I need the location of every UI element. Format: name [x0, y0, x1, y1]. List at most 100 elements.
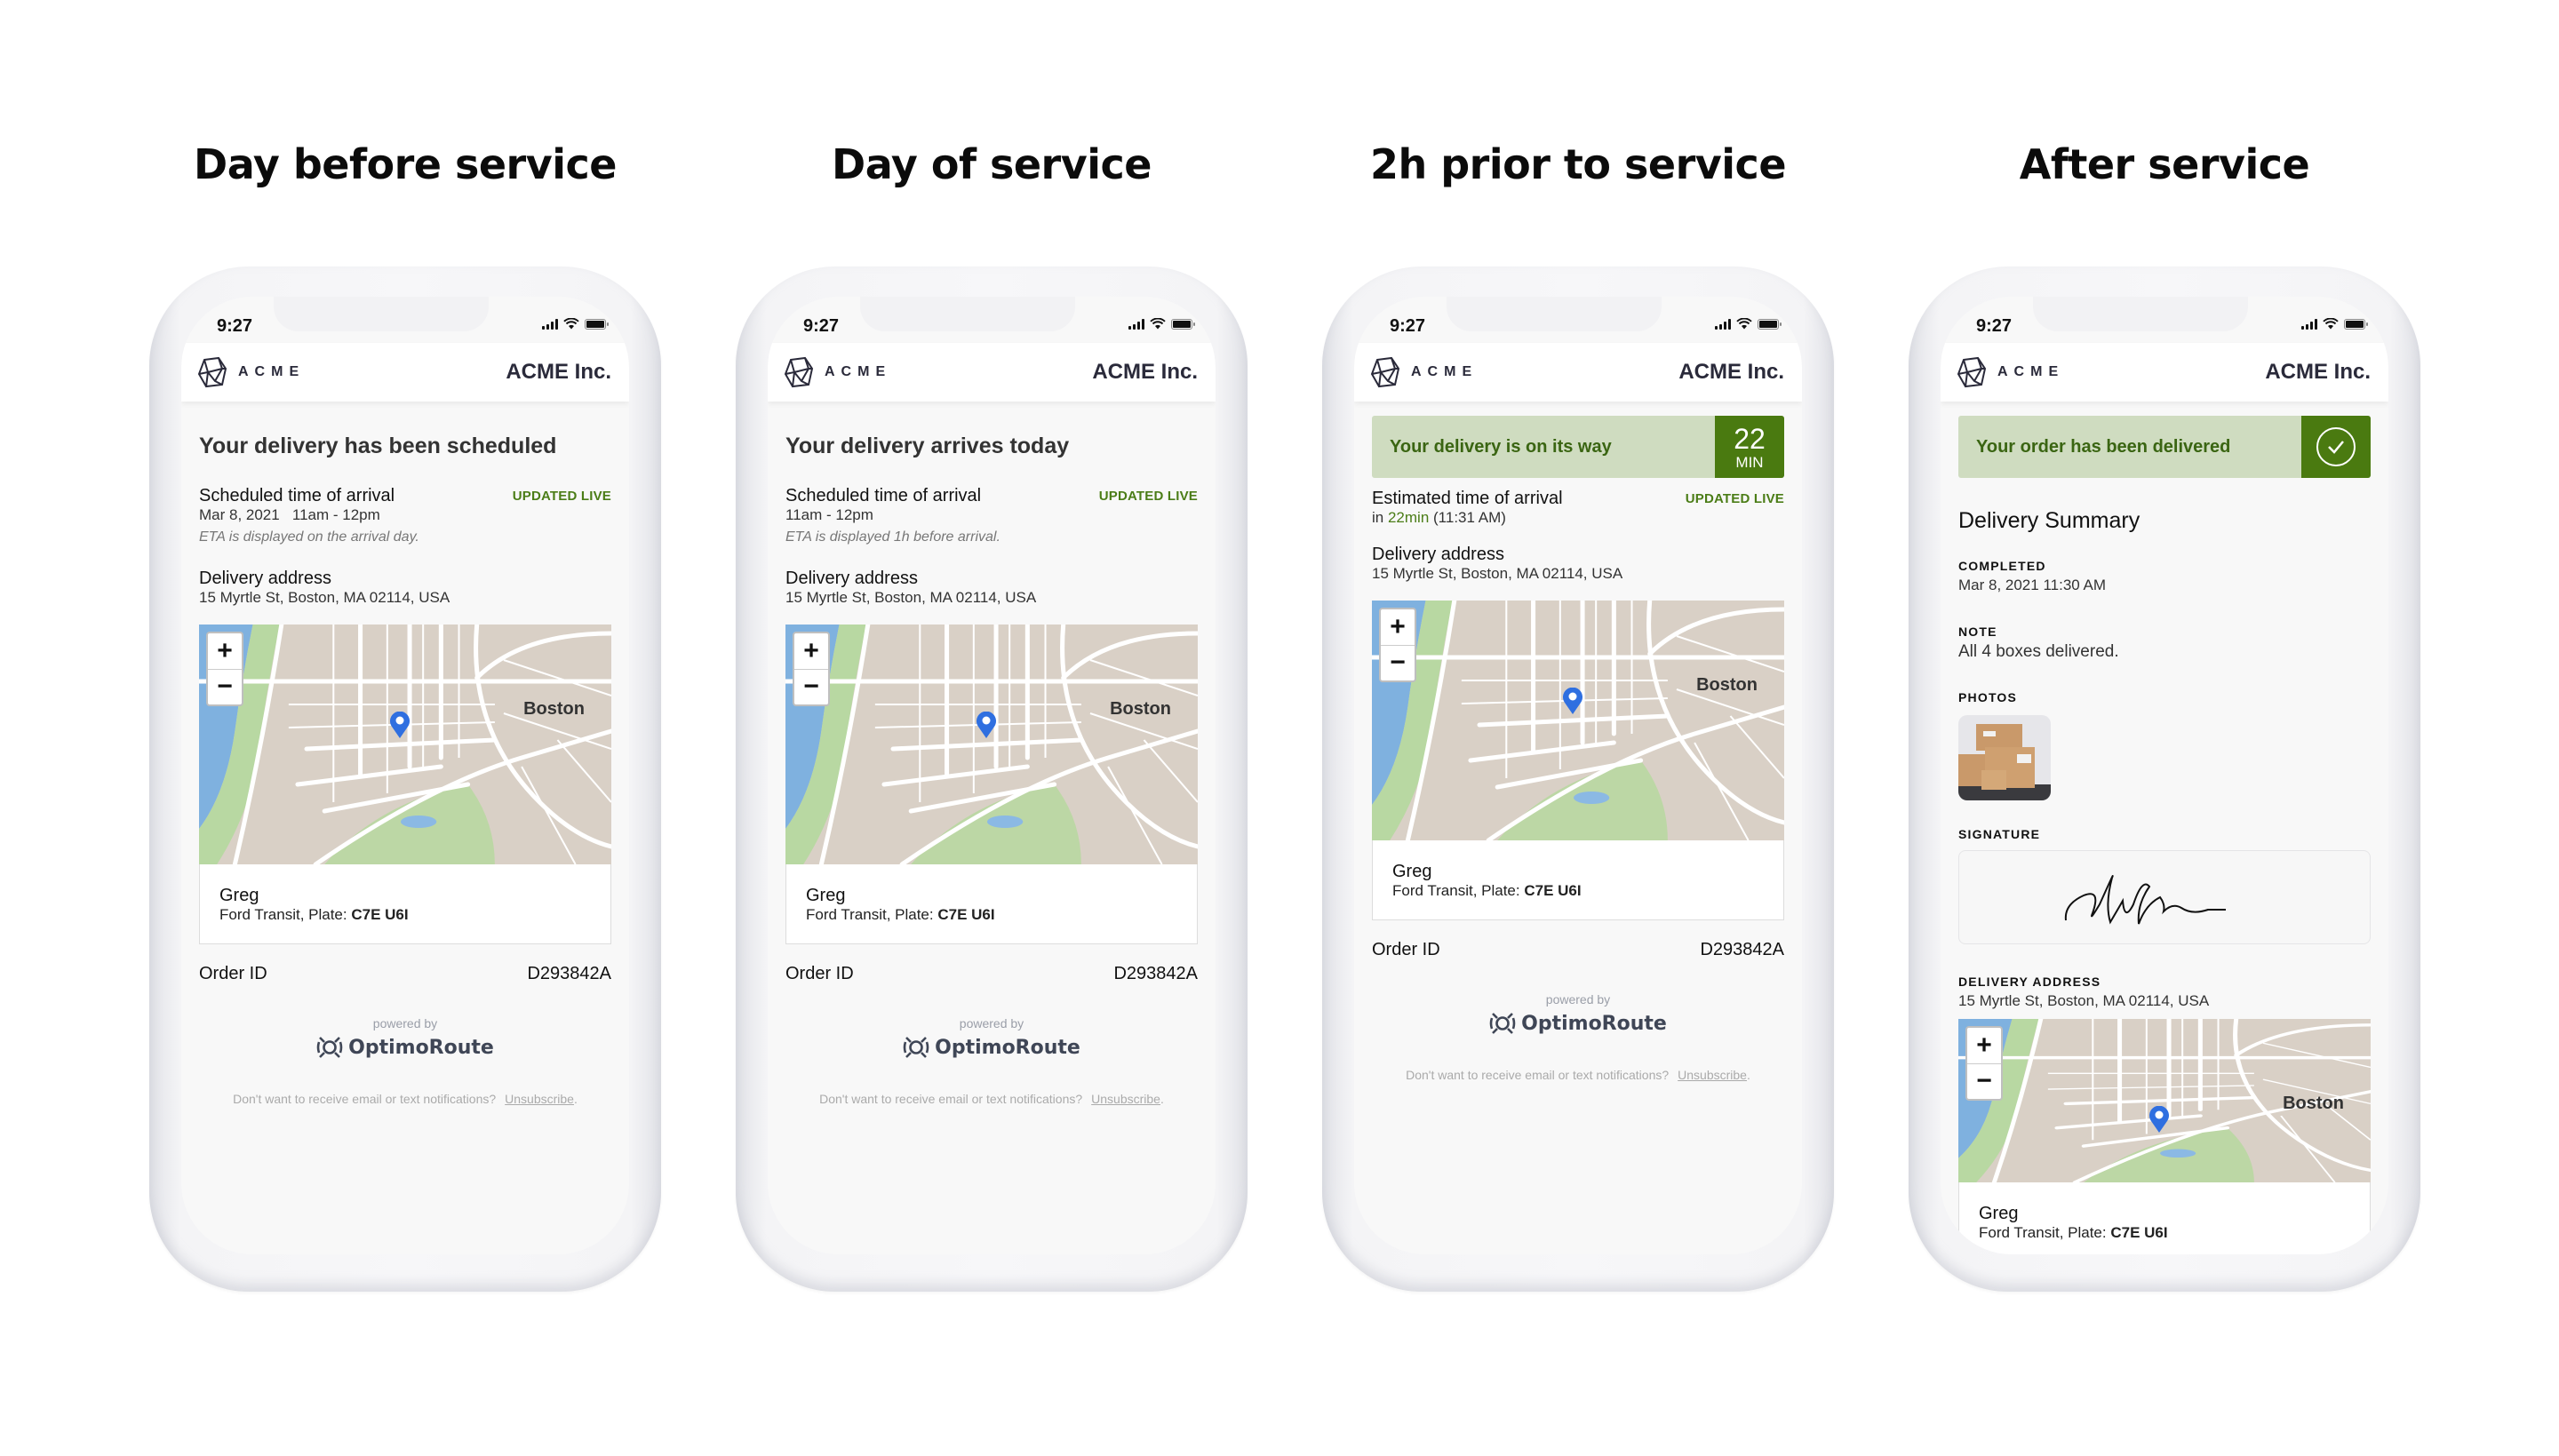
unsubscribe-period: . [1746, 1068, 1750, 1082]
delivery-map[interactable]: + − Boston [199, 625, 611, 864]
check-circle-icon [2316, 427, 2356, 466]
map-zoom-control: + − [1965, 1026, 2003, 1101]
delivery-map[interactable]: + − Boston [1372, 601, 1784, 840]
unsubscribe-question: Don't want to receive email or text noti… [233, 1092, 497, 1106]
delivery-photo-thumbnail[interactable] [1958, 715, 2051, 800]
phone-day-of: 9:27 ACME ACME Inc. Your delivery arrive… [736, 267, 1248, 1292]
zoom-in-button[interactable]: + [794, 633, 828, 669]
powered-by-label: powered by [959, 1016, 1024, 1030]
eta-prefix: in [1372, 509, 1388, 526]
map-tiles[interactable] [1372, 601, 1784, 840]
status-time: 9:27 [217, 316, 253, 336]
acme-cube-icon [784, 356, 814, 388]
order-id-value: D293842A [1700, 940, 1784, 959]
eta-window: 11am - 12pm [785, 506, 873, 523]
note-value: All 4 boxes delivered. [1958, 642, 2119, 661]
company-name: ACME Inc. [2265, 360, 2371, 384]
vehicle-model: Ford Transit, Plate: [806, 906, 938, 923]
brand-logo[interactable]: ACME [1957, 356, 2064, 388]
powered-by: powered by OptimoRoute [1372, 992, 1784, 1041]
delivery-map[interactable]: + − Boston [1958, 1019, 2371, 1182]
banner-message: Your delivery is on its way [1390, 436, 1612, 457]
zoom-out-button[interactable]: − [1967, 1062, 2001, 1100]
location-pin-icon[interactable] [2148, 1106, 2170, 1133]
unsubscribe-link[interactable]: Unsubscribe [1091, 1092, 1160, 1106]
brand-wordmark: ACME [1997, 364, 2065, 379]
delivery-summary-title: Delivery Summary [1958, 508, 2140, 533]
vehicle-plate: C7E U6I [351, 906, 409, 923]
optimoroute-logo[interactable]: OptimoRoute [1489, 1010, 1667, 1037]
unsubscribe-link[interactable]: Unsubscribe [1678, 1068, 1747, 1082]
map-tiles[interactable] [199, 625, 611, 864]
eta-label: Estimated time of arrival [1372, 489, 1563, 508]
map-city-label: Boston [2283, 1094, 2344, 1113]
brand-logo[interactable]: ACME [1370, 356, 1478, 388]
location-pin-icon[interactable] [976, 712, 997, 738]
phone-notch [2033, 297, 2248, 331]
signature-image [2064, 875, 2226, 925]
signal-icon [542, 318, 558, 330]
zoom-in-button[interactable]: + [1967, 1028, 2001, 1063]
vehicle-model: Ford Transit, Plate: [1979, 1224, 2111, 1241]
company-name: ACME Inc. [1092, 360, 1198, 384]
delivery-map[interactable]: + − Boston [785, 625, 1198, 864]
delivered-badge [2301, 416, 2371, 478]
unsubscribe-line: Don't want to receive email or text noti… [785, 1092, 1198, 1106]
location-pin-icon[interactable] [389, 712, 411, 738]
vehicle-model: Ford Transit, Plate: [1392, 882, 1525, 899]
map-city-label: Boston [523, 699, 585, 719]
vehicle-info: Ford Transit, Plate: C7E U6I [806, 906, 1177, 924]
zoom-out-button[interactable]: − [1381, 644, 1415, 681]
acme-cube-icon [1370, 356, 1400, 388]
column-title-2h-prior: 2h prior to service [1369, 140, 1787, 188]
eta-hint: ETA is displayed on the arrival day. [199, 529, 419, 545]
map-tiles[interactable] [785, 625, 1198, 864]
zoom-out-button[interactable]: − [208, 668, 242, 705]
brand-wordmark: ACME [825, 364, 892, 379]
powered-by: powered by OptimoRoute [785, 1016, 1198, 1065]
vehicle-plate: C7E U6I [937, 906, 995, 923]
order-id-label: Order ID [1372, 940, 1440, 959]
zoom-out-button[interactable]: − [794, 668, 828, 705]
powered-by-label: powered by [372, 1016, 438, 1030]
vehicle-plate: C7E U6I [2110, 1224, 2168, 1241]
order-id-value: D293842A [1113, 964, 1198, 983]
eta-clock: (11:31 AM) [1429, 509, 1506, 526]
updated-live-badge: UPDATED LIVE [1098, 489, 1198, 504]
zoom-in-button[interactable]: + [208, 633, 242, 669]
map-city-label: Boston [1110, 699, 1171, 719]
vehicle-model: Ford Transit, Plate: [219, 906, 352, 923]
completed-value: Mar 8, 2021 11:30 AM [1958, 577, 2107, 593]
company-name: ACME Inc. [506, 360, 611, 384]
brand-logo[interactable]: ACME [197, 356, 305, 388]
delivery-address: 15 Myrtle St, Boston, MA 02114, USA [1372, 565, 1623, 582]
map-city-label: Boston [1696, 675, 1758, 695]
phone-day-before: 9:27 ACME ACME Inc. Your delivery has be… [149, 267, 661, 1292]
battery-icon [585, 318, 609, 330]
unsubscribe-line: Don't want to receive email or text noti… [199, 1092, 611, 1106]
unsubscribe-question: Don't want to receive email or text noti… [1406, 1068, 1670, 1082]
wifi-icon [1150, 318, 1166, 330]
unsubscribe-link[interactable]: Unsubscribe [505, 1092, 574, 1106]
phone-notch [1447, 297, 1662, 331]
driver-card: Greg Ford Transit, Plate: C7E U6I [199, 864, 611, 944]
minutes-number: 22 [1734, 422, 1766, 455]
optimoroute-logo[interactable]: OptimoRoute [903, 1034, 1080, 1061]
wifi-icon [563, 318, 579, 330]
eta-hint: ETA is displayed 1h before arrival. [785, 529, 1000, 545]
acme-cube-icon [197, 356, 227, 388]
column-title-day-before: Day before service [194, 140, 617, 188]
optimoroute-logo[interactable]: OptimoRoute [316, 1034, 494, 1061]
driver-card: Greg Ford Transit, Plate: C7E U6I [785, 864, 1198, 944]
powered-by-label: powered by [1545, 992, 1611, 1006]
powered-by: powered by OptimoRoute [199, 1016, 611, 1065]
eta-window: 11am - 12pm [291, 506, 380, 523]
vehicle-info: Ford Transit, Plate: C7E U6I [219, 906, 591, 924]
signal-icon [2301, 318, 2317, 330]
zoom-in-button[interactable]: + [1381, 609, 1415, 645]
app-header: ACME ACME Inc. [768, 343, 1216, 402]
location-pin-icon[interactable] [1562, 688, 1583, 714]
optimoroute-wordmark: OptimoRoute [348, 1036, 494, 1059]
signature-label: SIGNATURE [1958, 827, 2041, 841]
brand-logo[interactable]: ACME [784, 356, 891, 388]
